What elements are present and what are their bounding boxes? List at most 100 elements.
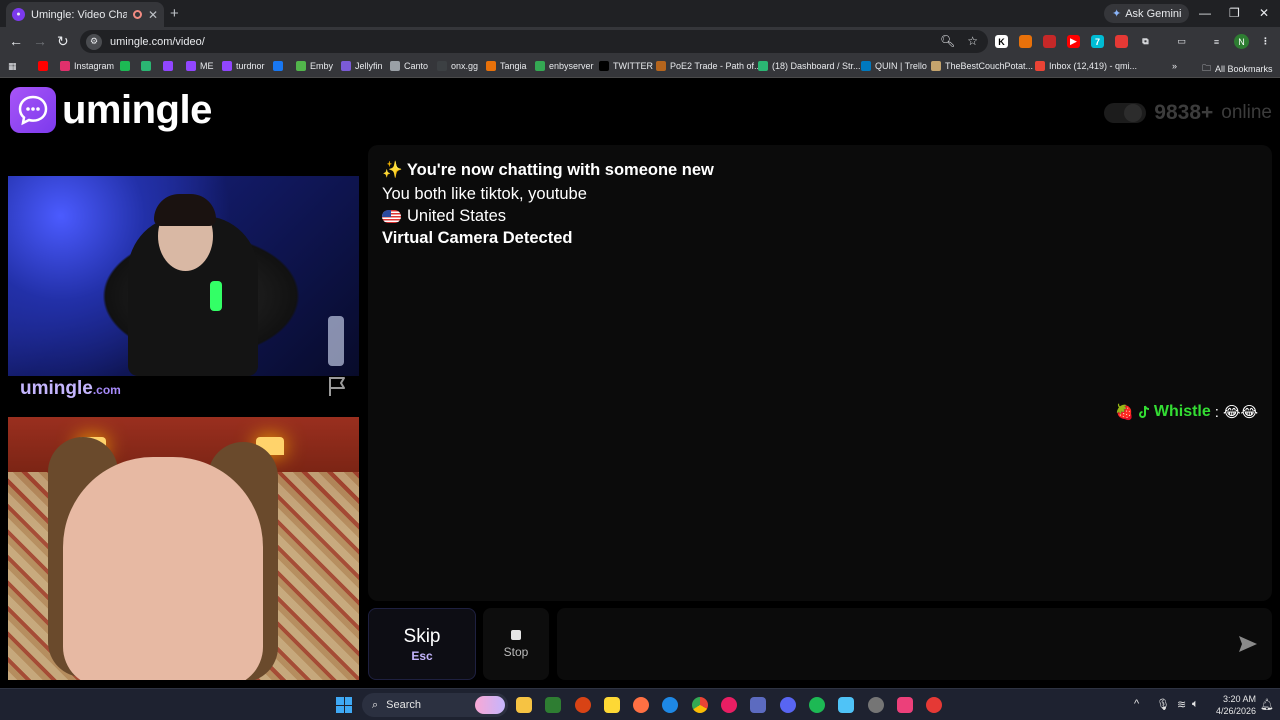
self-video — [8, 417, 359, 680]
extensions-puzzle-icon[interactable]: ⧉ — [1139, 35, 1152, 48]
bookmark-label: turdnor — [236, 61, 265, 71]
media-player-icon[interactable] — [545, 697, 561, 713]
logo-text: umingle — [62, 87, 212, 132]
magnifier-icon: ⌕ — [372, 698, 379, 711]
tiktok-app-icon[interactable] — [897, 697, 913, 713]
chat-bubble-logo-icon — [10, 87, 56, 133]
forward-arrow-icon[interactable]: → — [33, 33, 47, 49]
notepad-icon[interactable] — [838, 697, 854, 713]
extension-k-icon[interactable]: K — [995, 35, 1008, 48]
bookmark-item[interactable]: Emby — [296, 61, 333, 71]
bookmark-item[interactable]: Tangia — [486, 61, 527, 71]
bookmark-favicon-icon — [163, 61, 173, 71]
bookmark-item[interactable]: Canto — [390, 61, 428, 71]
notification-bell-icon[interactable]: 🔔︎ — [1260, 698, 1274, 711]
bookmark-item[interactable] — [273, 61, 283, 71]
bookmark-label: Inbox (12,419) - qmi... — [1049, 61, 1138, 71]
extension-red-icon[interactable] — [1043, 35, 1056, 48]
windows-start-icon[interactable] — [336, 697, 352, 713]
report-flag-icon[interactable] — [326, 375, 348, 397]
bookmark-item[interactable]: onx.gg — [437, 61, 478, 71]
bookmark-item[interactable]: Instagram — [60, 61, 114, 71]
taskbar-clock[interactable]: 3:20 AM 4/26/2026 — [1206, 693, 1256, 717]
tab-close-icon[interactable]: ✕ — [148, 8, 158, 22]
bookmark-item[interactable]: (18) Dashboard / Str... — [758, 61, 861, 71]
message-username[interactable]: Whistle — [1154, 403, 1211, 421]
spotify-icon[interactable] — [809, 697, 825, 713]
bookmark-item[interactable]: QUIN | Trello — [861, 61, 927, 71]
discord-icon[interactable] — [780, 697, 796, 713]
online-indicator: 9838+ online — [1104, 101, 1272, 125]
all-bookmarks-folder[interactable]: 🗀 All Bookmarks — [1202, 61, 1273, 77]
profile-avatar[interactable]: N — [1234, 34, 1249, 49]
wifi-icon[interactable]: ≋ — [1177, 698, 1186, 711]
extension-seven-icon[interactable]: 7 — [1091, 35, 1104, 48]
bookmark-item[interactable]: PoE2 Trade - Path of... — [656, 61, 762, 71]
online-toggle[interactable] — [1104, 103, 1147, 123]
send-arrow-icon[interactable] — [1238, 635, 1258, 653]
edge-icon[interactable] — [662, 697, 678, 713]
apps-grid-icon[interactable]: ▦ — [8, 61, 17, 72]
opera-icon[interactable] — [721, 697, 737, 713]
obs-icon[interactable] — [868, 697, 884, 713]
bookmark-item[interactable]: TWITTER — [599, 61, 653, 71]
stop-button[interactable]: Stop — [483, 608, 549, 680]
extension-youtube-icon[interactable]: ▶ — [1067, 35, 1080, 48]
zoom-icon[interactable]: 🔍︎ — [940, 34, 955, 48]
bookmarks-overflow-icon[interactable]: » — [1172, 61, 1177, 71]
bookmark-item[interactable] — [163, 61, 173, 71]
address-bar[interactable]: ⚙ umingle.com/video/ 🔍︎ ☆ — [80, 30, 988, 53]
recording-indicator-icon — [132, 10, 142, 19]
skip-label: Skip — [403, 625, 441, 647]
volume-icon[interactable]: 🔈︎ — [1192, 698, 1199, 711]
bookmark-item[interactable] — [38, 61, 48, 71]
stop-square-icon — [511, 629, 521, 640]
chat-panel: ✨ You're now chatting with someone new Y… — [368, 145, 1272, 601]
sticky-notes-icon[interactable] — [604, 697, 620, 713]
virtual-camera-notice: Virtual Camera Detected — [382, 229, 573, 247]
bookmark-item[interactable] — [141, 61, 151, 71]
bookmark-item[interactable]: ME — [186, 61, 214, 71]
app-red-icon[interactable] — [926, 697, 942, 713]
bookmark-item[interactable]: turdnor — [222, 61, 265, 71]
file-explorer-icon[interactable] — [516, 697, 532, 713]
browser-tabstrip: ● Umingle: Video Chat with S ✕ + ✦ Ask G… — [0, 0, 1280, 27]
chrome-icon[interactable] — [692, 697, 708, 713]
reload-icon[interactable]: ↻ — [57, 33, 69, 50]
minimize-window-icon[interactable]: — — [1199, 6, 1211, 20]
microphone-icon[interactable]: 🎙︎ — [1156, 698, 1170, 711]
side-panel-icon[interactable]: ▭ — [1175, 35, 1188, 48]
bookmark-label: ME — [200, 61, 214, 71]
bookmark-item[interactable]: Jellyfin — [341, 61, 383, 71]
bookmark-item[interactable]: Inbox (12,419) - qmi... — [1035, 61, 1137, 71]
bookmark-item[interactable]: enbyserver — [535, 61, 594, 71]
bookmark-star-icon[interactable]: ☆ — [967, 34, 978, 48]
bookmark-favicon-icon — [437, 61, 447, 71]
bookmark-favicon-icon — [141, 61, 151, 71]
tray-overflow-icon[interactable]: ^ — [1134, 698, 1139, 710]
browser-menu-icon[interactable]: ⋮ — [1259, 35, 1272, 48]
message-input[interactable] — [557, 608, 1272, 680]
site-info-icon[interactable]: ⚙ — [86, 33, 102, 50]
back-arrow-icon[interactable]: ← — [9, 33, 23, 49]
bookmark-item[interactable]: TheBestCouchPotat... — [931, 61, 1033, 71]
taskbar-search[interactable]: ⌕ Search — [362, 693, 508, 717]
umingle-logo[interactable]: umingle — [10, 87, 212, 133]
app-blue-icon[interactable] — [750, 697, 766, 713]
firefox-icon[interactable] — [633, 697, 649, 713]
stop-label: Stop — [503, 644, 529, 659]
app-orange-icon[interactable] — [575, 697, 591, 713]
skip-button[interactable]: Skip Esc — [368, 608, 476, 680]
new-tab-button[interactable]: + — [170, 5, 179, 22]
tab-search-icon[interactable]: ≡ — [1210, 35, 1223, 48]
close-window-icon[interactable]: ✕ — [1259, 6, 1269, 20]
ask-gemini-button[interactable]: ✦ Ask Gemini — [1104, 4, 1190, 23]
extension-fox-icon[interactable] — [1019, 35, 1032, 48]
bookmark-item[interactable] — [120, 61, 130, 71]
bookmark-favicon-icon — [861, 61, 871, 71]
restore-window-icon[interactable]: ❐ — [1229, 6, 1240, 20]
browser-tab[interactable]: ● Umingle: Video Chat with S ✕ — [6, 2, 164, 27]
extension-ublock-icon[interactable] — [1115, 35, 1128, 48]
bookmark-label: Instagram — [74, 61, 115, 71]
bookmark-favicon-icon — [931, 61, 941, 71]
